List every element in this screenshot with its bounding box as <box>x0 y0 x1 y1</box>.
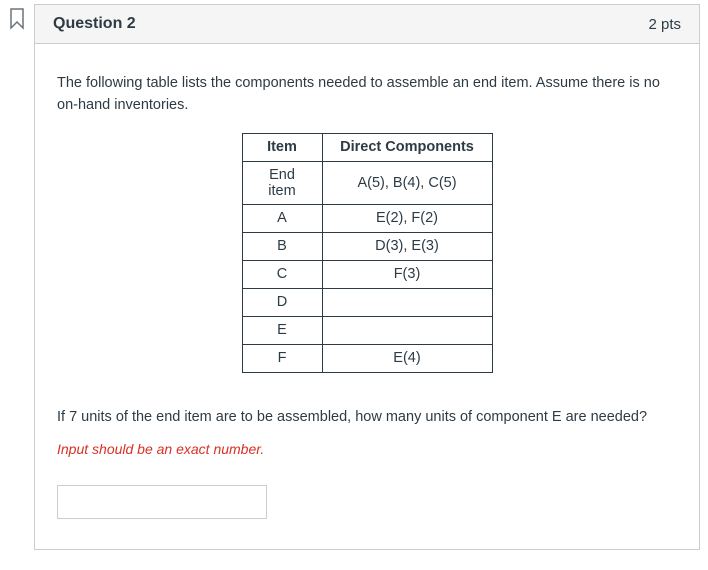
table-row: D <box>242 288 492 316</box>
prompt-text: If 7 units of the end item are to be ass… <box>57 407 677 429</box>
question-title: Question 2 <box>53 15 136 33</box>
bookmark-icon[interactable] <box>8 8 26 30</box>
question-body: The following table lists the components… <box>35 44 699 549</box>
intro-text: The following table lists the components… <box>57 72 677 117</box>
table-row: BD(3), E(3) <box>242 232 492 260</box>
table-row: End itemA(5), B(4), C(5) <box>242 161 492 204</box>
table-header-components: Direct Components <box>322 133 492 161</box>
bom-table: Item Direct Components End itemA(5), B(4… <box>242 133 493 373</box>
table-body: End itemA(5), B(4), C(5) AE(2), F(2) BD(… <box>242 161 492 372</box>
table-header-item: Item <box>242 133 322 161</box>
table-row: CF(3) <box>242 260 492 288</box>
question-header: Question 2 2 pts <box>35 5 699 44</box>
hint-text: Input should be an exact number. <box>57 441 677 457</box>
answer-input[interactable] <box>57 485 267 519</box>
question-points: 2 pts <box>648 16 681 33</box>
question-card: Question 2 2 pts The following table lis… <box>34 4 700 550</box>
table-row: AE(2), F(2) <box>242 204 492 232</box>
table-row: FE(4) <box>242 344 492 372</box>
table-row: E <box>242 316 492 344</box>
